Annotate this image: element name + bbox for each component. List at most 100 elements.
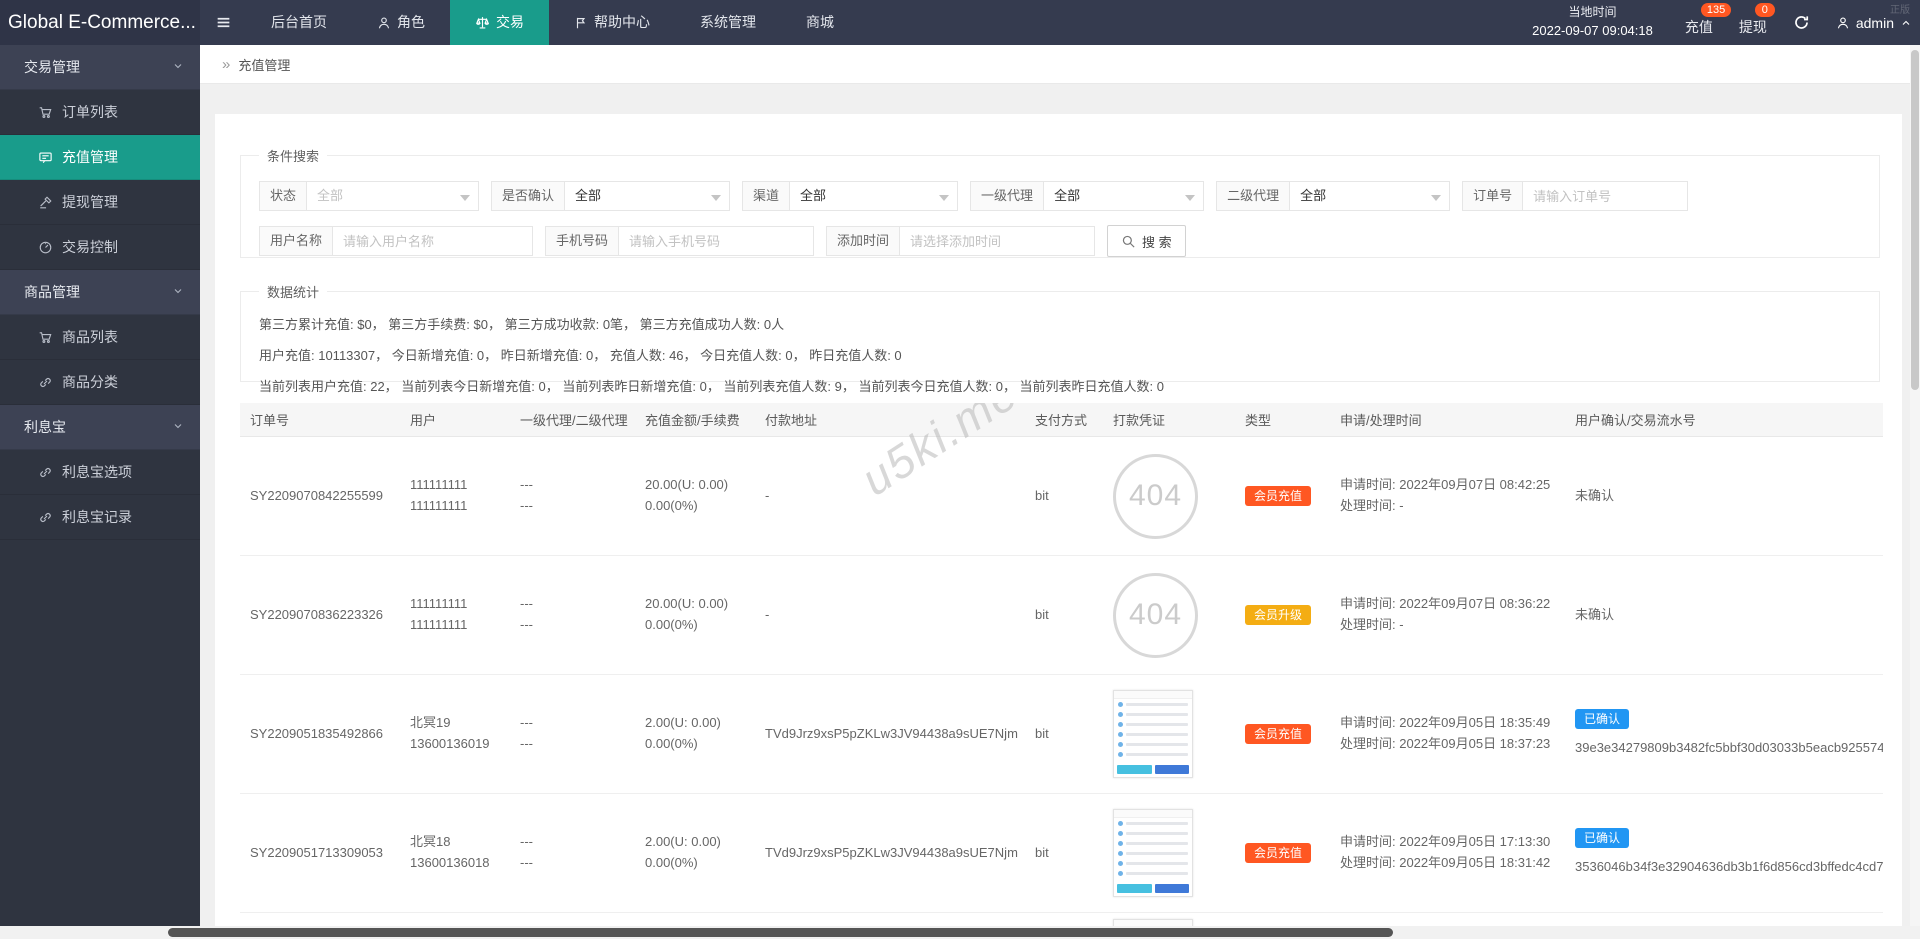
pay-method-cell: bit <box>1035 487 1049 503</box>
stats-line-user: 用户充值: 10113307， 今日新增充值: 0， 昨日新增充值: 0， 充值… <box>259 348 902 363</box>
horizontal-scrollbar-thumb[interactable] <box>168 928 1393 937</box>
order-no-label: 订单号 <box>1462 181 1524 211</box>
nav-roles[interactable]: 角色 <box>352 0 450 45</box>
sidebar-item-goods-category[interactable]: 商品分类 <box>0 360 200 405</box>
voucher-thumbnail[interactable] <box>1113 690 1193 778</box>
voucher-thumbnail[interactable] <box>1113 809 1193 897</box>
confirm-cell: 未确认 <box>1575 605 1883 626</box>
gavel-icon <box>40 195 52 208</box>
flag-icon <box>576 17 586 28</box>
voucher-404-placeholder: 404 <box>1113 453 1198 539</box>
agent1-select[interactable]: 一级代理 全部 <box>970 181 1205 211</box>
agent1-label: 一级代理 <box>970 181 1045 211</box>
sidebar-item-withdraw-mgmt-label: 提现管理 <box>62 194 118 210</box>
username-field: 用户名称 <box>259 226 534 256</box>
sidebar-group-interest[interactable]: 利息宝 <box>0 405 200 450</box>
refresh-button[interactable] <box>1793 14 1810 31</box>
times-cell: 申请时间: 2022年09月07日 08:42:25 处理时间: - <box>1340 477 1551 513</box>
sidebar-group-trade[interactable]: 交易管理 <box>0 45 200 90</box>
voucher-thumbnail[interactable] <box>1113 919 1193 926</box>
nav-roles-label: 角色 <box>397 14 425 30</box>
stats-line-thirdparty: 第三方累计充值: $0， 第三方手续费: $0， 第三方成功收款: 0笔， 第三… <box>259 317 785 332</box>
table-row: SY2209070836223326 111111111 111111111 --… <box>240 556 1883 675</box>
link-icon <box>40 467 51 477</box>
sidebar-item-trade-control[interactable]: 交易控制 <box>0 225 200 270</box>
nav-help-center[interactable]: 帮助中心 <box>549 0 675 45</box>
type-cell: 会员充值 <box>1245 723 1340 745</box>
phone-field: 手机号码 <box>545 226 815 256</box>
search-icon <box>1122 235 1135 248</box>
nav-dashboard-label: 后台首页 <box>271 14 327 30</box>
user-cell: 111111111 111111111 <box>410 596 468 632</box>
horizontal-scrollbar <box>0 926 1920 939</box>
nav-trade-label: 交易 <box>496 14 524 30</box>
confirmed-badge: 已确认 <box>1575 709 1630 730</box>
local-time: 当地时间 2022-09-07 09:04:18 <box>1532 4 1659 40</box>
order-no-field: 订单号 <box>1462 181 1689 211</box>
recharge-link[interactable]: 充值 135 <box>1685 2 1732 37</box>
confirmed-badge: 已确认 <box>1575 828 1630 849</box>
table-header: 订单号 用户 一级代理/二级代理 充值金额/手续费 付款地址 支付方式 打款凭证… <box>240 403 1883 437</box>
recharge-table: u5ki.me 订单号 用户 一级代理/二级代理 充值金额/手续费 付款地址 支… <box>240 403 1883 926</box>
select-arrow-icon <box>460 195 471 201</box>
withdraw-link[interactable]: 提现 0 <box>1738 2 1775 37</box>
nav-dashboard[interactable]: 后台首页 <box>246 0 352 45</box>
agent-cell: --- --- <box>520 477 533 513</box>
agent2-label: 二级代理 <box>1216 181 1291 211</box>
confirm-text: 未确认 <box>1575 487 1615 503</box>
voucher-cell: 404 <box>1113 572 1245 658</box>
order-no-input[interactable] <box>1523 181 1689 211</box>
nav-mall[interactable]: 商城 <box>781 0 859 45</box>
type-badge: 会员充值 <box>1245 842 1312 863</box>
sidebar-item-withdraw-mgmt[interactable]: 提现管理 <box>0 180 200 225</box>
type-badge: 会员充值 <box>1245 485 1312 506</box>
sidebar-item-order-list[interactable]: 订单列表 <box>0 90 200 135</box>
tx-hash: 3536046b34f3e32904636db3b1f6d856cd3bffed… <box>1575 859 1883 874</box>
select-arrow-icon <box>1431 195 1442 201</box>
table-row: SY2209051713309053 北冥18 13600136018 --- --… <box>240 794 1883 913</box>
confirmed-select[interactable]: 是否确认 全部 <box>491 181 731 211</box>
sidebar-item-interest-options[interactable]: 利息宝选项 <box>0 450 200 495</box>
amount-cell: 2.00(U: 0.00) 0.00(0%) <box>645 834 721 870</box>
status-select[interactable]: 状态 全部 <box>259 181 480 211</box>
gauge-icon <box>39 241 52 253</box>
sidebar-item-goods-list[interactable]: 商品列表 <box>0 315 200 360</box>
sidebar-item-interest-records[interactable]: 利息宝记录 <box>0 495 200 540</box>
vertical-scrollbar-thumb[interactable] <box>1911 50 1919 390</box>
search-button-label: 搜 索 <box>1142 234 1172 250</box>
sidebar-group-interest-label: 利息宝 <box>24 419 66 435</box>
menu-toggle-button[interactable] <box>200 0 246 45</box>
username-input[interactable] <box>333 226 534 256</box>
sidebar-group-trade-label: 交易管理 <box>24 59 80 75</box>
phone-input[interactable] <box>619 226 815 256</box>
col-user: 用户 <box>410 413 437 428</box>
person-icon <box>378 17 390 28</box>
chevron-down-icon <box>174 64 182 69</box>
user-cell: 北冥18 13600136018 <box>410 834 490 870</box>
user-icon <box>1837 17 1848 28</box>
pay-method-cell: bit <box>1035 606 1049 622</box>
page-title: 充值管理 <box>238 57 291 73</box>
user-cell: 北冥19 13600136019 <box>410 715 490 751</box>
add-time-input[interactable] <box>900 226 1096 256</box>
type-cell: 会员充值 <box>1245 842 1340 864</box>
col-confirm: 用户确认/交易流水号 <box>1575 413 1696 428</box>
withdraw-link-label: 提现 <box>1738 18 1767 35</box>
hamburger-icon <box>217 17 229 28</box>
agent2-select[interactable]: 二级代理 全部 <box>1216 181 1451 211</box>
order-no: SY2209070836223326 <box>250 606 384 622</box>
status-label: 状态 <box>259 181 308 211</box>
search-button[interactable]: 搜 索 <box>1107 225 1186 257</box>
voucher-cell: 404 <box>1113 453 1245 539</box>
channel-select[interactable]: 渠道 全部 <box>742 181 959 211</box>
col-voucher: 打款凭证 <box>1113 413 1166 428</box>
nav-system[interactable]: 系统管理 <box>675 0 781 45</box>
sidebar-group-goods[interactable]: 商品管理 <box>0 270 200 315</box>
sidebar-item-recharge-mgmt[interactable]: 充值管理 <box>0 135 200 180</box>
col-amount: 充值金额/手续费 <box>645 413 740 428</box>
user-menu[interactable]: admin <box>1836 15 1912 31</box>
sidebar-item-recharge-mgmt-label: 充值管理 <box>62 149 118 165</box>
nav-trade[interactable]: 交易 <box>450 0 549 45</box>
app-logo: Global E-Commerce... <box>0 0 200 45</box>
col-agents: 一级代理/二级代理 <box>520 413 628 428</box>
